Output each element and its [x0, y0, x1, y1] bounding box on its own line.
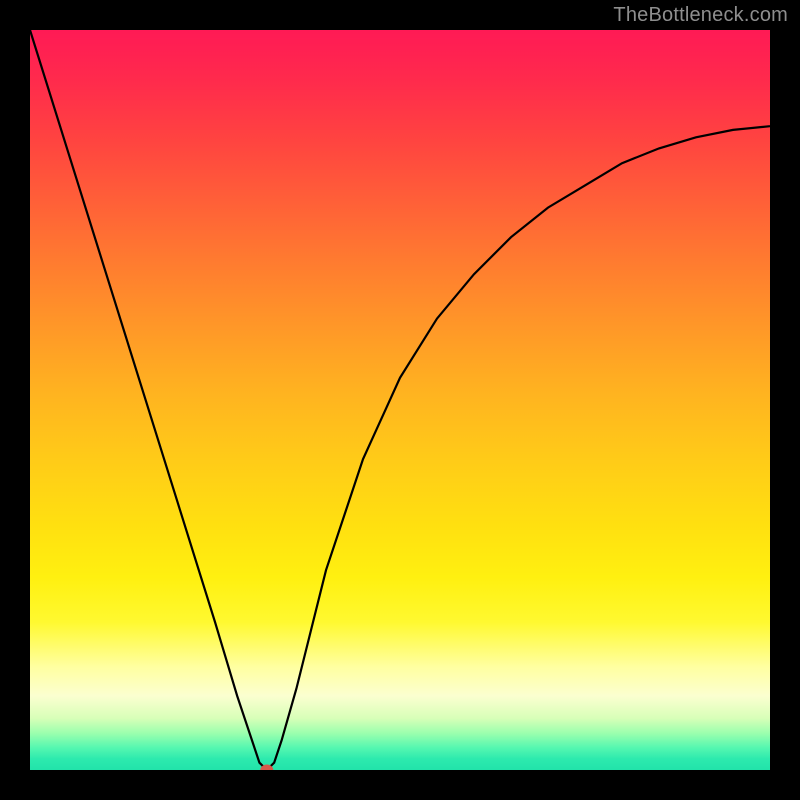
curve-layer	[30, 30, 770, 770]
minimum-marker	[261, 765, 273, 770]
chart-frame: TheBottleneck.com	[0, 0, 800, 800]
watermark-label: TheBottleneck.com	[613, 4, 788, 27]
bottleneck-curve	[30, 30, 770, 770]
plot-area	[30, 30, 770, 770]
